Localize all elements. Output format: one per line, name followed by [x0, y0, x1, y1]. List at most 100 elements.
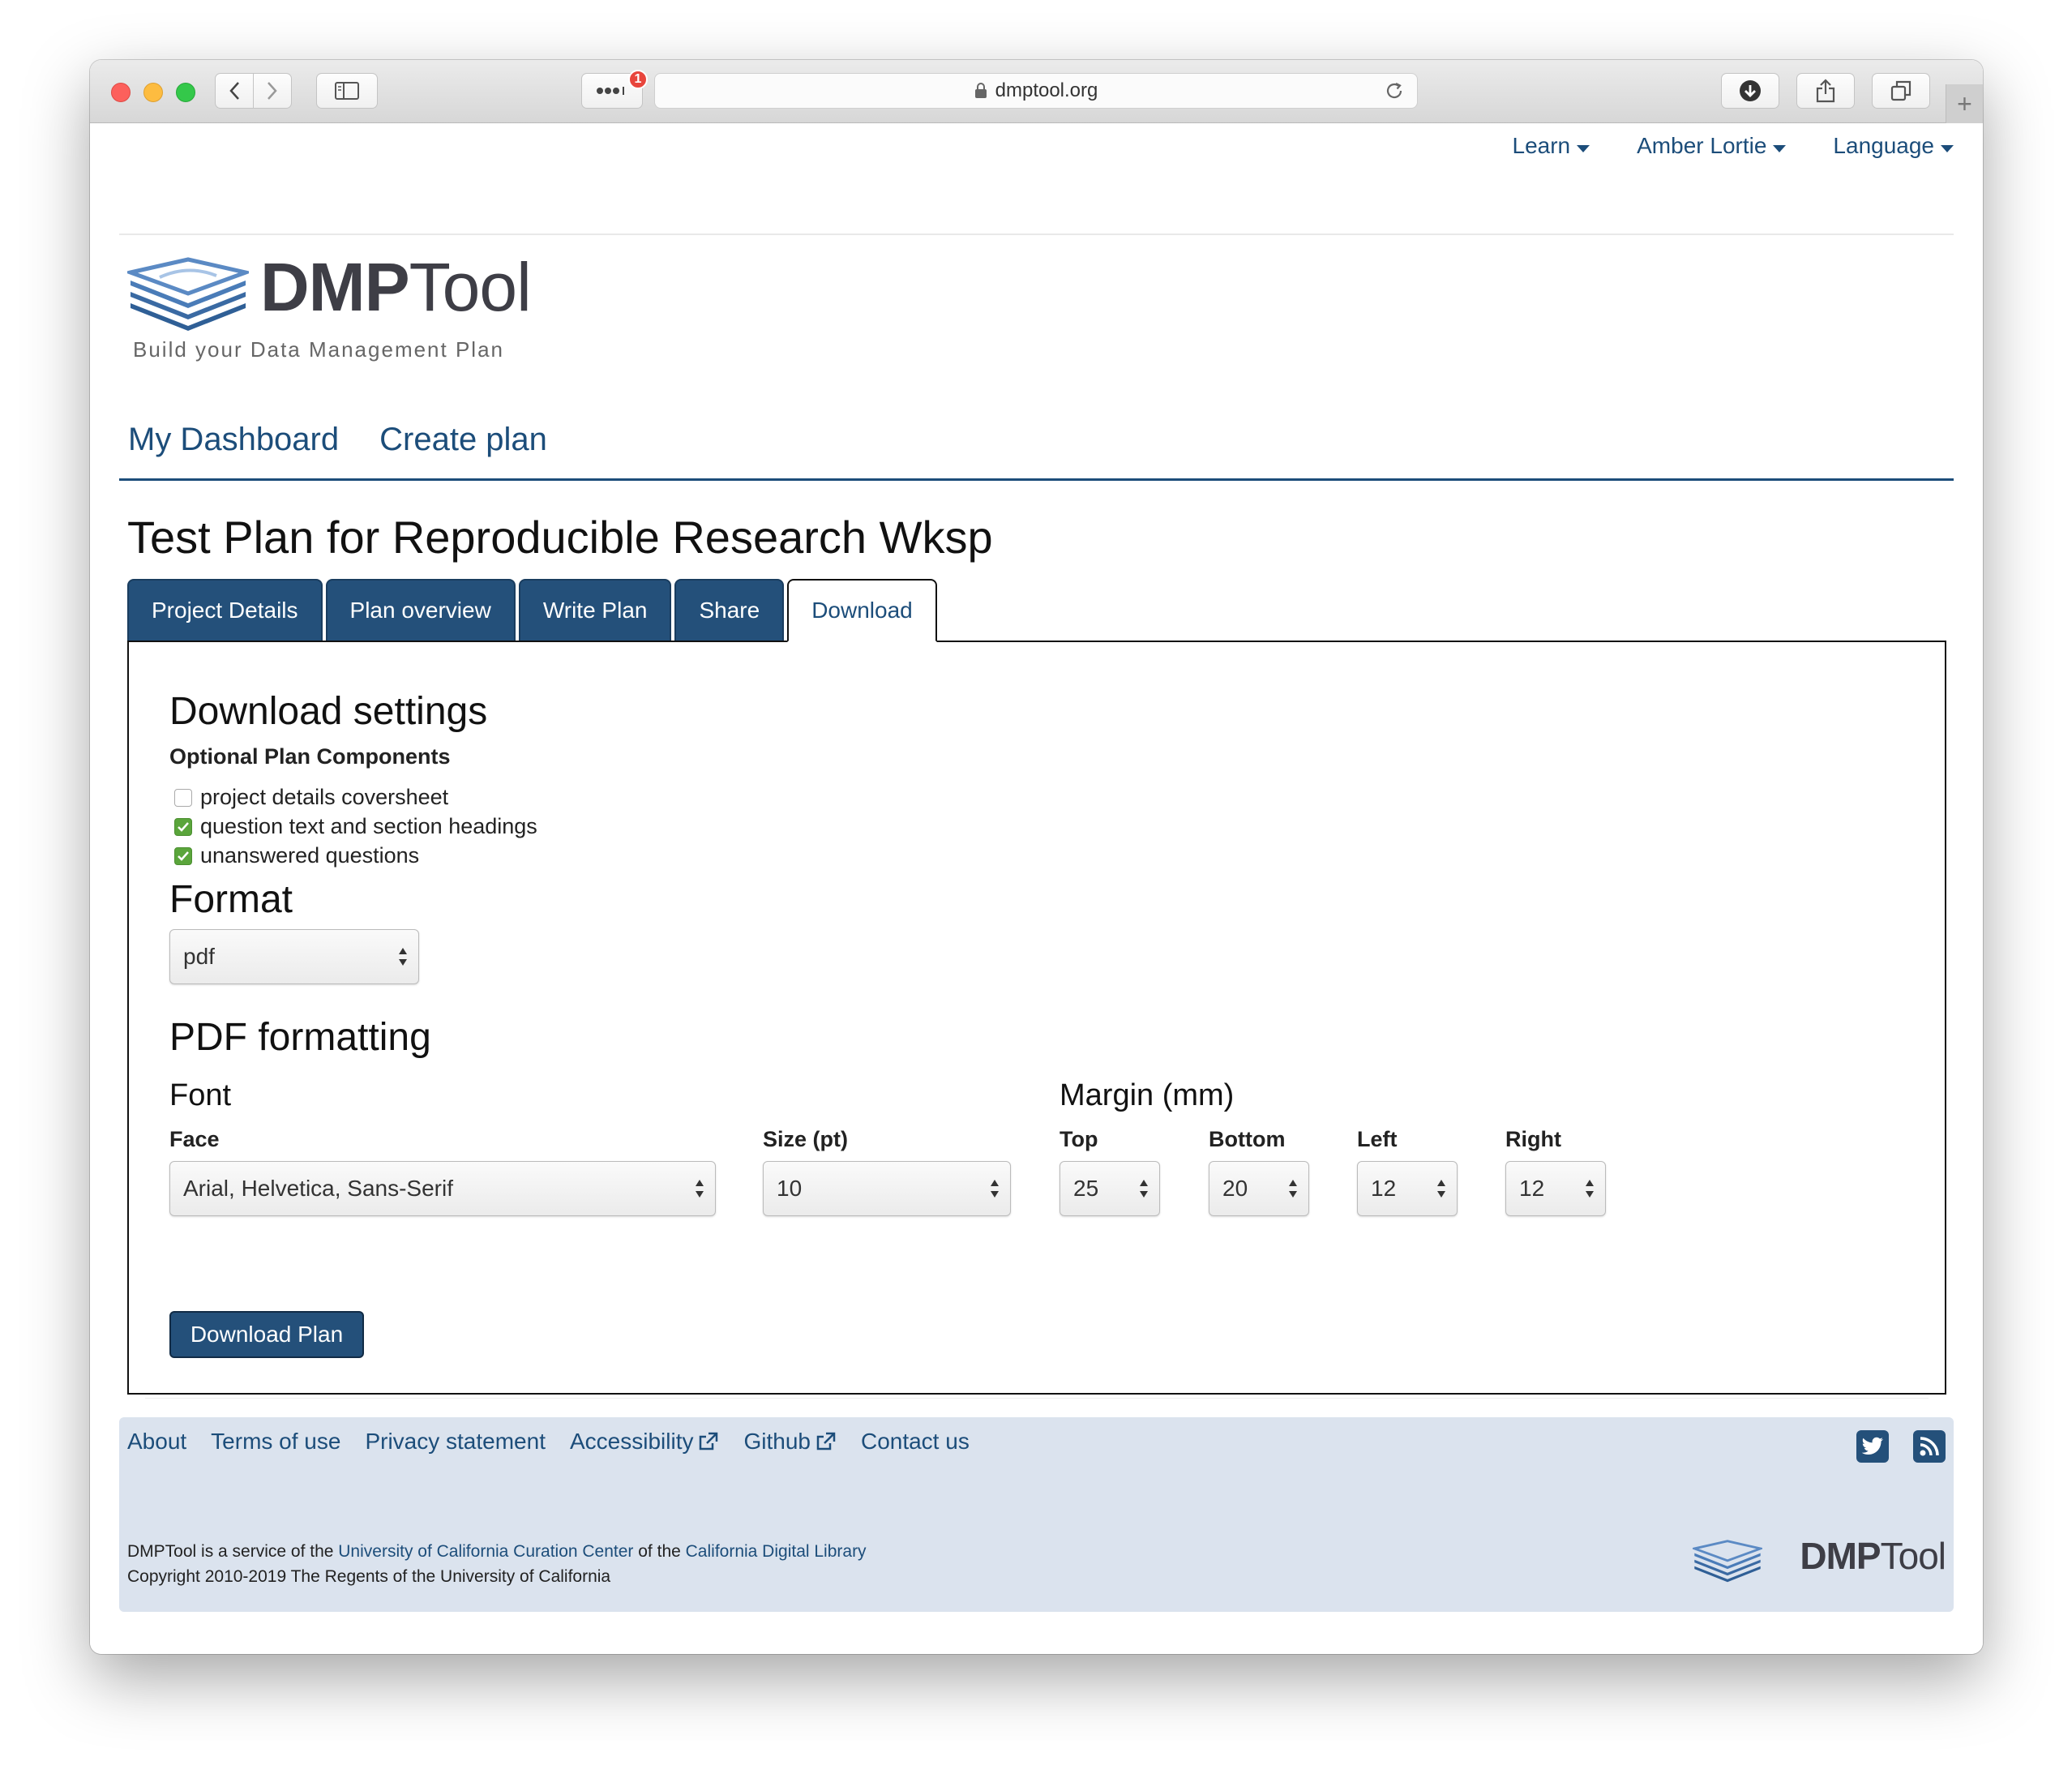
main-nav: My Dashboard Create plan [128, 422, 547, 458]
dmptool-logo-icon[interactable] [127, 256, 249, 334]
margin-bottom-label: Bottom [1209, 1127, 1286, 1151]
learn-menu[interactable]: Learn [1513, 133, 1590, 159]
reload-icon[interactable] [1385, 81, 1404, 101]
download-circle-icon [1740, 80, 1761, 101]
site-footer: About Terms of use Privacy statement Acc… [119, 1417, 1954, 1612]
lock-icon [974, 83, 987, 98]
margin-top-value: 25 [1073, 1176, 1099, 1201]
external-link-icon [816, 1432, 836, 1450]
margin-left-label: Left [1357, 1127, 1398, 1151]
margin-top-select[interactable]: 25 [1060, 1161, 1160, 1216]
brand-bold: DMP [260, 249, 410, 325]
component-unanswered[interactable]: unanswered questions [174, 843, 419, 868]
back-button[interactable] [215, 73, 254, 109]
cdl-link[interactable]: California Digital Library [686, 1542, 867, 1561]
checkbox-checked[interactable] [174, 817, 192, 836]
my-dashboard-link[interactable]: My Dashboard [128, 422, 339, 458]
margin-right-select[interactable]: 12 [1505, 1161, 1606, 1216]
component-question-text[interactable]: question text and section headings [174, 814, 537, 839]
external-link-icon [700, 1432, 718, 1450]
downloads-button[interactable] [1721, 73, 1779, 109]
tabs-icon [1890, 80, 1911, 101]
tab-write-plan[interactable]: Write Plan [518, 579, 672, 641]
twitter-icon[interactable] [1856, 1430, 1889, 1463]
face-label: Face [169, 1127, 220, 1151]
checkbox-checked[interactable] [174, 846, 192, 865]
footer-link-contact[interactable]: Contact us [861, 1429, 970, 1455]
select-arrows-icon [1140, 1180, 1148, 1198]
format-heading: Format [169, 878, 293, 921]
margin-left-select[interactable]: 12 [1357, 1161, 1458, 1216]
footer-logo-icon[interactable] [1693, 1539, 1762, 1584]
minimize-window-button[interactable] [143, 83, 163, 102]
format-value: pdf [183, 944, 215, 969]
footer-link-github[interactable]: Github [743, 1429, 837, 1455]
sidebar-icon [335, 82, 359, 100]
share-button[interactable] [1796, 73, 1855, 109]
address-bar[interactable]: dmptool.org [654, 73, 1418, 109]
component-label: unanswered questions [200, 843, 420, 868]
user-name-label: Amber Lortie [1637, 133, 1767, 158]
font-size-select[interactable]: 10 [763, 1161, 1011, 1216]
footer-link-accessibility[interactable]: Accessibility [570, 1429, 719, 1455]
service-prefix: DMPTool is a service of the [127, 1542, 339, 1561]
rss-icon[interactable] [1913, 1430, 1946, 1463]
optional-components-heading: Optional Plan Components [169, 744, 451, 769]
pdf-formatting-heading: PDF formatting [169, 1016, 431, 1059]
tab-project-details[interactable]: Project Details [127, 579, 323, 641]
margin-bottom-value: 20 [1222, 1176, 1248, 1201]
checkbox-unchecked[interactable] [174, 788, 192, 807]
component-label: question text and section headings [200, 814, 537, 838]
footer-credits: DMPTool is a service of the University o… [127, 1539, 867, 1589]
footer-link-about[interactable]: About [127, 1429, 186, 1455]
margin-bottom-select[interactable]: 20 [1209, 1161, 1309, 1216]
language-menu[interactable]: Language [1833, 133, 1954, 159]
footer-links: About Terms of use Privacy statement Acc… [127, 1429, 970, 1455]
chevron-left-icon [229, 82, 239, 100]
footer-link-privacy[interactable]: Privacy statement [365, 1429, 546, 1455]
caret-down-icon [1941, 144, 1954, 152]
tagline: Build your Data Management Plan [133, 337, 505, 362]
download-plan-button[interactable]: Download Plan [169, 1311, 364, 1358]
tab-download[interactable]: Download [787, 579, 937, 642]
new-tab-button[interactable]: + [1946, 84, 1983, 123]
margin-right-label: Right [1505, 1127, 1561, 1151]
ucc-link[interactable]: University of California Curation Center [338, 1542, 633, 1561]
tab-share[interactable]: Share [674, 579, 785, 641]
close-window-button[interactable] [111, 83, 131, 102]
tab-plan-overview[interactable]: Plan overview [325, 579, 516, 641]
page-title: Test Plan for Reproducible Research Wksp [127, 512, 993, 563]
format-select[interactable]: pdf [169, 929, 419, 984]
user-menu[interactable]: Amber Lortie [1637, 133, 1787, 159]
font-heading: Font [169, 1078, 232, 1112]
panel-divider [145, 1398, 1929, 1399]
share-icon [1816, 79, 1835, 103]
component-coversheet[interactable]: project details coversheet [174, 785, 448, 810]
service-line: DMPTool is a service of the University o… [127, 1539, 867, 1564]
sidebar-toggle-button[interactable] [316, 73, 378, 109]
copyright: Copyright 2010-2019 The Regents of the U… [127, 1567, 611, 1586]
caret-down-icon [1773, 144, 1787, 152]
browser-window: 1 dmptool.org + Learn Amber Lortie Langu… [90, 60, 1983, 1654]
select-arrows-icon [1289, 1180, 1297, 1198]
margin-top-label: Top [1060, 1127, 1098, 1151]
brand-light: Tool [409, 249, 532, 325]
github-label: Github [743, 1429, 811, 1454]
create-plan-link[interactable]: Create plan [379, 422, 547, 458]
font-face-select[interactable]: Arial, Helvetica, Sans-Serif [169, 1161, 716, 1216]
select-arrows-icon [399, 948, 407, 966]
browser-toolbar: 1 dmptool.org + [90, 60, 1983, 123]
forward-button[interactable] [253, 73, 292, 109]
notification-badge: 1 [628, 70, 648, 89]
tabs-overview-button[interactable] [1872, 73, 1930, 109]
margin-heading: Margin (mm) [1060, 1078, 1235, 1112]
select-arrows-icon [1437, 1180, 1445, 1198]
chevron-right-icon [268, 82, 277, 100]
more-dots-icon [597, 87, 624, 95]
footer-link-terms[interactable]: Terms of use [211, 1429, 340, 1455]
main-nav-divider [119, 478, 1954, 481]
select-arrows-icon [991, 1180, 999, 1198]
page-content: Learn Amber Lortie Language DMPTool Buil… [90, 123, 1983, 1654]
zoom-window-button[interactable] [176, 83, 195, 102]
footer-brand-light: Tool [1880, 1535, 1946, 1577]
